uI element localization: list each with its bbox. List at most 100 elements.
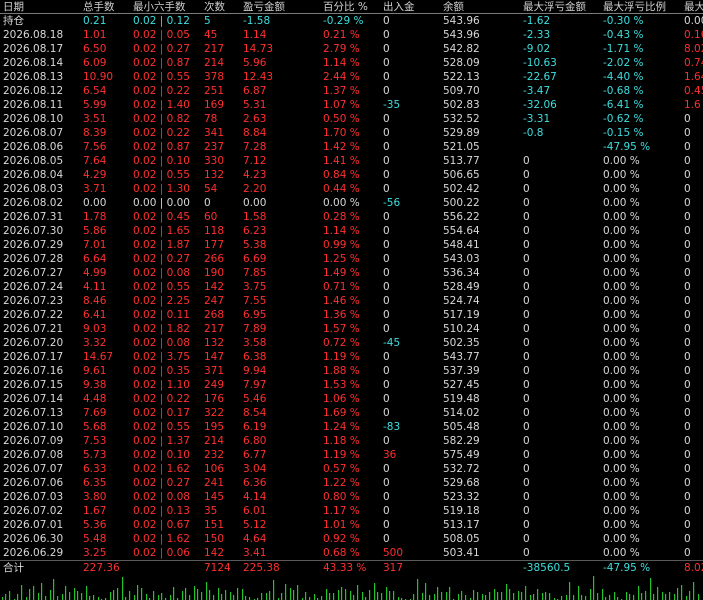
table-row[interactable]: 2026.07.01 5.36 0.02 | 0.67 151 5.12 1.01 % 0 5… (0, 518, 703, 532)
volume-bar (266, 593, 268, 600)
header-percent[interactable]: 百分比 % (323, 0, 381, 14)
cell-pct: 2.79 % (323, 43, 360, 55)
volume-bar (29, 589, 31, 600)
header-min-max-lots[interactable]: 最小六手数 (133, 0, 203, 14)
cell-count: 214 (204, 435, 225, 447)
cell-pct: 1.25 % (323, 253, 360, 265)
table-row[interactable]: 2026.08.04 4.29 0.02 | 0.55 132 4.23 0.84 % 0 5… (0, 168, 703, 182)
table-row[interactable]: 2026.07.21 9.03 0.02 | 1.82 217 7.89 1.57 % 0 5… (0, 322, 703, 336)
volume-bar (434, 594, 436, 600)
volume-bar (674, 594, 676, 600)
cell-max-float: 0 (523, 463, 530, 475)
volume-bar (389, 591, 391, 600)
table-row[interactable]: 2026.07.29 7.01 0.02 | 1.87 177 5.38 0.99 % 0 5… (0, 238, 703, 252)
volume-bar (353, 595, 355, 600)
table-row[interactable]: 2026.07.03 3.80 0.02 | 0.08 145 4.14 0.80 % 0 5… (0, 490, 703, 504)
table-row[interactable]: 2026.07.20 3.32 0.02 | 0.08 132 3.58 0.72 % -4… (0, 336, 703, 350)
cell-pnl: 2.20 (243, 183, 267, 195)
table-row[interactable]: 2026.08.11 5.99 0.02 | 1.40 169 5.31 1.07 % -3… (0, 98, 703, 112)
table-row[interactable]: 2026.08.07 8.39 0.02 | 0.22 341 8.84 1.70 % 0 5… (0, 126, 703, 140)
volume-bar (213, 595, 215, 600)
table-row[interactable]: 2026.07.28 6.64 0.02 | 0.27 266 6.69 1.25 % 0 5… (0, 252, 703, 266)
table-row[interactable]: 2026.08.14 6.09 0.02 | 0.87 214 5.96 1.14 % 0 5… (0, 56, 703, 70)
table-row[interactable]: 2026.07.27 4.99 0.02 | 0.08 190 7.85 1.49 % 0 5… (0, 266, 703, 280)
table-row[interactable]: 2026.08.03 3.71 0.02 | 1.30 54 2.20 0.44 % 0 50… (0, 182, 703, 196)
cell-total-lots: 4.11 (83, 281, 107, 293)
table-row[interactable]: 2026.07.23 8.46 0.02 | 2.25 247 7.55 1.46 % 0 5… (0, 294, 703, 308)
table-row[interactable]: 2026.07.24 4.11 0.02 | 0.55 142 3.75 0.71 % 0 5… (0, 280, 703, 294)
cell-pct: 1.06 % (323, 393, 360, 405)
volume-bar (170, 595, 172, 600)
table-row[interactable]: 2026.07.17 14.67 0.02 | 3.75 147 6.38 1.19 % 0… (0, 350, 703, 364)
table-row[interactable]: 2026.08.12 6.54 0.02 | 0.22 251 6.87 1.37 % 0 5… (0, 84, 703, 98)
header-max-float-loss[interactable]: 最大浮亏金额 (523, 0, 601, 14)
cell-min-max: 0.02 | 0.67 (133, 519, 190, 531)
header-date[interactable]: 日期 (3, 0, 79, 14)
cell-pct: 1.01 % (323, 519, 360, 531)
cell-min-max: 0.02 | 0.08 (133, 267, 190, 279)
volume-bar (153, 591, 155, 600)
cell-last: 0 (684, 141, 691, 153)
table-row[interactable]: 2026.07.06 6.35 0.02 | 0.27 241 6.36 1.22 % 0 5… (0, 476, 703, 490)
table-row[interactable]: 2026.07.15 9.38 0.02 | 1.10 249 7.97 1.53 % 0 5… (0, 378, 703, 392)
cell-date: 2026.07.09 (3, 435, 64, 447)
table-row[interactable]: 2026.07.13 7.69 0.02 | 0.17 322 8.54 1.69 % 0 5… (0, 406, 703, 420)
cell-max-float: 0 (523, 365, 530, 377)
header-total-lots[interactable]: 总手数 (83, 0, 131, 14)
table-row[interactable]: 2026.06.30 5.48 0.02 | 1.62 150 4.64 0.92 % 0 5… (0, 532, 703, 546)
cell-total-lots: 6.50 (83, 43, 107, 55)
table-row[interactable]: 2026.07.14 4.48 0.02 | 0.22 176 5.46 1.06 % 0 5… (0, 392, 703, 406)
table-row[interactable]: 2026.08.18 1.01 0.02 | 0.05 45 1.14 0.21 % 0 54… (0, 28, 703, 42)
cell-io: 0 (383, 505, 390, 517)
volume-bar (585, 596, 587, 600)
table-row[interactable]: 2026.07.10 5.68 0.02 | 0.55 195 6.19 1.24 % -8… (0, 420, 703, 434)
header-deposit-withdraw[interactable]: 出入金 (383, 0, 441, 14)
cell-date: 2026.07.24 (3, 281, 64, 293)
header-max[interactable]: 最大 (684, 0, 703, 14)
volume-bar (158, 595, 160, 600)
table-row[interactable]: 2026.07.07 6.33 0.02 | 1.62 106 3.04 0.57 % 0 5… (0, 462, 703, 476)
cell-last: 0 (684, 295, 691, 307)
table-row[interactable]: 2026.08.05 7.64 0.02 | 0.10 330 7.12 1.41 % 0 5… (0, 154, 703, 168)
volume-bar (494, 589, 496, 600)
cell-min-max: 0.02 | 0.22 (133, 393, 190, 405)
table-row[interactable]: 2026.07.30 5.86 0.02 | 1.65 118 6.23 1.14 % 0 5… (0, 224, 703, 238)
cell-min-max: 0.02 | 0.27 (133, 253, 190, 265)
cell-max-ratio: 0.00 % (603, 393, 640, 405)
table-row[interactable]: 2026.06.29 3.25 0.02 | 0.06 142 3.41 0.68 % 50… (0, 546, 703, 560)
table-row[interactable]: 2026.07.08 5.73 0.02 | 0.10 232 6.77 1.19 % 36… (0, 448, 703, 462)
volume-bar (441, 592, 443, 600)
cell-pct: 1.18 % (323, 435, 360, 447)
table-row[interactable]: 2026.08.02 0.00 0.00 | 0.00 0 0.00 0.00 % -56 5… (0, 196, 703, 210)
header-max-float-ratio[interactable]: 最大浮亏比例 (603, 0, 683, 14)
table-row[interactable]: 2026.07.22 6.41 0.02 | 0.11 268 6.95 1.36 % 0 5… (0, 308, 703, 322)
cell-count: 106 (204, 463, 225, 475)
cell-max-ratio: -0.43 % (603, 29, 644, 41)
cell-max-float: 0 (523, 393, 530, 405)
holding-row[interactable]: 持仓 0.21 0.02 | 0.12 5 -1.58 -0.29 % 0 54… (0, 14, 703, 28)
cell-io: 0 (383, 281, 390, 293)
header-count[interactable]: 次数 (204, 0, 240, 14)
header-pnl[interactable]: 盈亏金额 (243, 0, 321, 14)
cell-pct: 0.84 % (323, 169, 360, 181)
cell-total-lots: 7.69 (83, 407, 107, 419)
cell-max-ratio: -0.68 % (603, 85, 644, 97)
table-row[interactable]: 2026.07.16 9.61 0.02 | 0.35 371 9.94 1.88 % 0 5… (0, 364, 703, 378)
table-row[interactable]: 2026.07.09 7.53 0.02 | 1.37 214 6.80 1.18 % 0 5… (0, 434, 703, 448)
table-row[interactable]: 2026.07.02 1.67 0.02 | 0.13 35 6.01 1.17 % 0 51… (0, 504, 703, 518)
cell-last: 0 (684, 477, 691, 489)
table-row[interactable]: 2026.08.06 7.56 0.02 | 0.87 237 7.28 1.42 % 0 5… (0, 140, 703, 154)
cell-balance: 510.24 (443, 323, 480, 335)
table-row[interactable]: 2026.07.31 1.78 0.02 | 0.45 60 1.58 0.28 % 0 55… (0, 210, 703, 224)
volume-bar (333, 593, 335, 600)
volume-bar (237, 588, 239, 600)
cell-balance: 503.41 (443, 547, 480, 559)
volume-bar (137, 585, 139, 600)
header-balance[interactable]: 余额 (443, 0, 521, 14)
volume-bar (369, 590, 371, 600)
table-row[interactable]: 2026.08.10 3.51 0.02 | 0.82 78 2.63 0.50 % 0 53… (0, 112, 703, 126)
cell-pnl: 5.46 (243, 393, 267, 405)
table-row[interactable]: 2026.08.17 6.50 0.02 | 0.27 217 14.73 2.79 % 0… (0, 42, 703, 56)
cell-max-float: -9.02 (523, 43, 551, 55)
table-row[interactable]: 2026.08.13 10.90 0.02 | 0.55 378 12.43 2.44 %… (0, 70, 703, 84)
